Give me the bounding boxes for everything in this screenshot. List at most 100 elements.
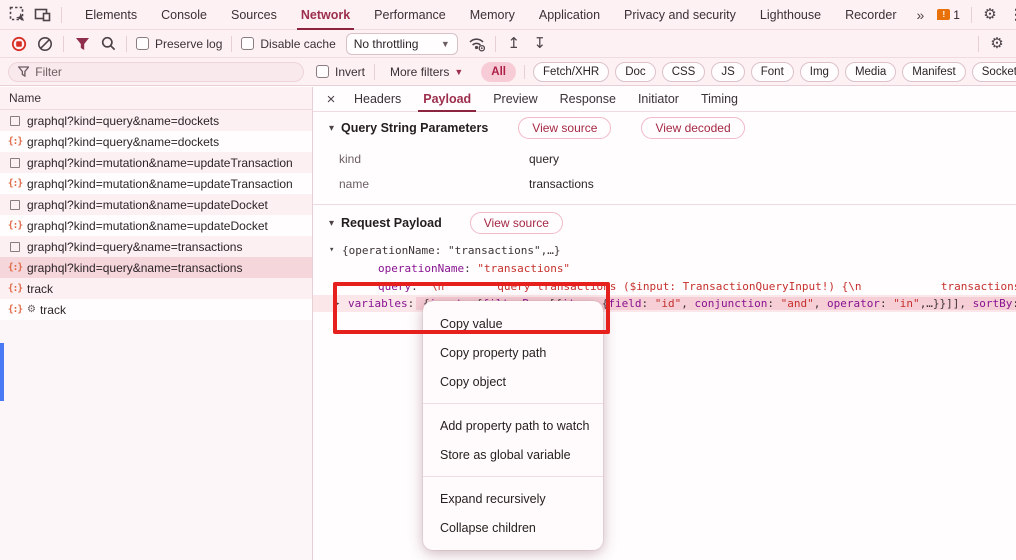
preflight-icon — [7, 200, 23, 210]
payload-tree-row[interactable]: query: "\n query transactions ($input: T… — [329, 277, 1016, 295]
triangle-expanded-icon[interactable]: ▾ — [329, 218, 341, 229]
disable-cache-checkbox[interactable]: Disable cache — [241, 37, 335, 51]
filter-chip-manifest[interactable]: Manifest — [902, 62, 965, 82]
fetch-icon: {:} — [7, 178, 23, 189]
request-list-panel: Name graphql?kind=query&name=dockets{:}g… — [0, 87, 313, 560]
param-row: nametransactions — [313, 171, 1016, 196]
name-column-header[interactable]: Name — [0, 87, 312, 110]
close-detail-icon[interactable]: × — [319, 91, 343, 108]
menu-item-copy-value[interactable]: Copy value — [423, 309, 603, 338]
request-row[interactable]: graphql?kind=query&name=dockets — [0, 110, 312, 131]
tab-performance[interactable]: Performance — [362, 0, 458, 30]
token-str: "in" — [893, 297, 920, 310]
filter-input[interactable] — [35, 65, 294, 79]
param-key: name — [339, 177, 529, 191]
tab-sources[interactable]: Sources — [219, 0, 289, 30]
import-har-icon[interactable]: ↥ — [502, 32, 526, 56]
menu-item-add-property-path-to-watch[interactable]: Add property path to watch — [423, 411, 603, 440]
token-key: operationName — [378, 262, 464, 275]
request-row[interactable]: {:}graphql?kind=mutation&name=updateTran… — [0, 173, 312, 194]
token-str: "and" — [781, 297, 814, 310]
detail-tab-initiator[interactable]: Initiator — [627, 87, 690, 112]
payload-tree-row[interactable]: operationName: "transactions" — [329, 259, 1016, 277]
token-plain: , — [681, 297, 694, 310]
filter-chip-css[interactable]: CSS — [662, 62, 706, 82]
chevron-down-icon: ▼ — [454, 67, 463, 77]
detail-tab-payload[interactable]: Payload — [412, 87, 482, 112]
triangle-expanded-icon[interactable]: ▾ — [329, 245, 342, 255]
tab-privacy-and-security[interactable]: Privacy and security — [612, 0, 748, 30]
checkbox[interactable] — [241, 37, 254, 50]
triangle-collapsed-icon[interactable]: ▸ — [335, 299, 348, 309]
inspect-element-icon[interactable] — [4, 2, 30, 28]
request-row[interactable]: {:}track — [0, 278, 312, 299]
token-key: operator — [827, 297, 880, 310]
more-filters-dropdown[interactable]: More filters ▼ — [390, 65, 463, 79]
throttling-value: No throttling — [354, 37, 419, 51]
checkbox[interactable] — [136, 37, 149, 50]
menu-item-expand-recursively[interactable]: Expand recursively — [423, 484, 603, 513]
export-har-icon[interactable]: ↧ — [528, 32, 552, 56]
token-plain: : — [767, 297, 780, 310]
filter-chip-doc[interactable]: Doc — [615, 62, 655, 82]
clear-network-log-icon[interactable] — [33, 32, 57, 56]
tab-console[interactable]: Console — [149, 0, 219, 30]
payload-tree-row[interactable]: ▸variables: {input: {filterBy: [{item: {… — [313, 295, 1016, 312]
invert-label: Invert — [335, 65, 365, 79]
menu-item-store-as-global-variable[interactable]: Store as global variable — [423, 440, 603, 469]
menu-item-collapse-children[interactable]: Collapse children — [423, 513, 603, 542]
menu-separator — [423, 403, 603, 404]
menu-item-copy-property-path[interactable]: Copy property path — [423, 338, 603, 367]
detail-tab-headers[interactable]: Headers — [343, 87, 412, 112]
filter-funnel-icon[interactable] — [70, 32, 94, 56]
tab-lighthouse[interactable]: Lighthouse — [748, 0, 833, 30]
filter-input-wrap[interactable] — [8, 62, 304, 82]
tab-memory[interactable]: Memory — [458, 0, 527, 30]
view-source-button[interactable]: View source — [470, 212, 563, 234]
request-row[interactable]: {:}⚙track — [0, 299, 312, 320]
detail-tab-response[interactable]: Response — [549, 87, 627, 112]
view-decoded-button[interactable]: View decoded — [641, 117, 744, 139]
request-row[interactable]: graphql?kind=mutation&name=updateTransac… — [0, 152, 312, 173]
fetch-icon: {:} — [7, 283, 23, 294]
tab-elements[interactable]: Elements — [73, 0, 149, 30]
record-network-log-icon[interactable] — [7, 32, 31, 56]
device-toolbar-icon[interactable] — [30, 2, 56, 28]
kebab-menu-icon[interactable]: ⋮ — [1003, 2, 1016, 28]
request-row[interactable]: {:}graphql?kind=mutation&name=updateDock… — [0, 215, 312, 236]
network-conditions-icon[interactable] — [465, 32, 489, 56]
search-icon[interactable] — [96, 32, 120, 56]
filter-chip-socket[interactable]: Socket — [972, 62, 1016, 82]
more-panels-icon[interactable]: » — [909, 7, 932, 23]
filter-chip-font[interactable]: Font — [751, 62, 794, 82]
payload-tree-row[interactable]: ▾{operationName: "transactions",…} — [329, 241, 1016, 259]
tab-application[interactable]: Application — [527, 0, 612, 30]
filter-chip-js[interactable]: JS — [711, 62, 744, 82]
invert-checkbox[interactable]: Invert — [316, 65, 365, 79]
chevron-down-icon: ▼ — [441, 39, 450, 49]
filter-chip-media[interactable]: Media — [845, 62, 896, 82]
devtools-tabbar: ElementsConsoleSourcesNetworkPerformance… — [0, 0, 1016, 30]
throttling-select[interactable]: No throttling ▼ — [346, 33, 458, 55]
tab-network[interactable]: Network — [289, 0, 362, 30]
filter-chip-fetch-xhr[interactable]: Fetch/XHR — [533, 62, 609, 82]
request-row[interactable]: graphql?kind=mutation&name=updateDocket — [0, 194, 312, 215]
detail-tab-timing[interactable]: Timing — [690, 87, 749, 112]
request-row[interactable]: {:}graphql?kind=query&name=dockets — [0, 131, 312, 152]
filter-chip-img[interactable]: Img — [800, 62, 839, 82]
triangle-expanded-icon[interactable]: ▾ — [329, 123, 341, 134]
checkbox[interactable] — [316, 65, 329, 78]
issues-badge[interactable]: ! 1 — [931, 8, 966, 22]
request-row[interactable]: {:}graphql?kind=query&name=transactions — [0, 257, 312, 278]
settings-gear-icon[interactable]: ⚙ — [977, 2, 1003, 28]
filter-chip-all[interactable]: All — [481, 62, 516, 82]
request-row[interactable]: graphql?kind=query&name=transactions — [0, 236, 312, 257]
preserve-log-checkbox[interactable]: Preserve log — [136, 37, 222, 51]
token-plain: : — [408, 297, 415, 310]
left-edge-indicator — [0, 343, 4, 401]
tab-recorder[interactable]: Recorder — [833, 0, 908, 30]
network-settings-gear-icon[interactable]: ⚙ — [985, 32, 1009, 56]
view-source-button[interactable]: View source — [518, 117, 611, 139]
detail-tab-preview[interactable]: Preview — [482, 87, 548, 112]
menu-item-copy-object[interactable]: Copy object — [423, 367, 603, 396]
